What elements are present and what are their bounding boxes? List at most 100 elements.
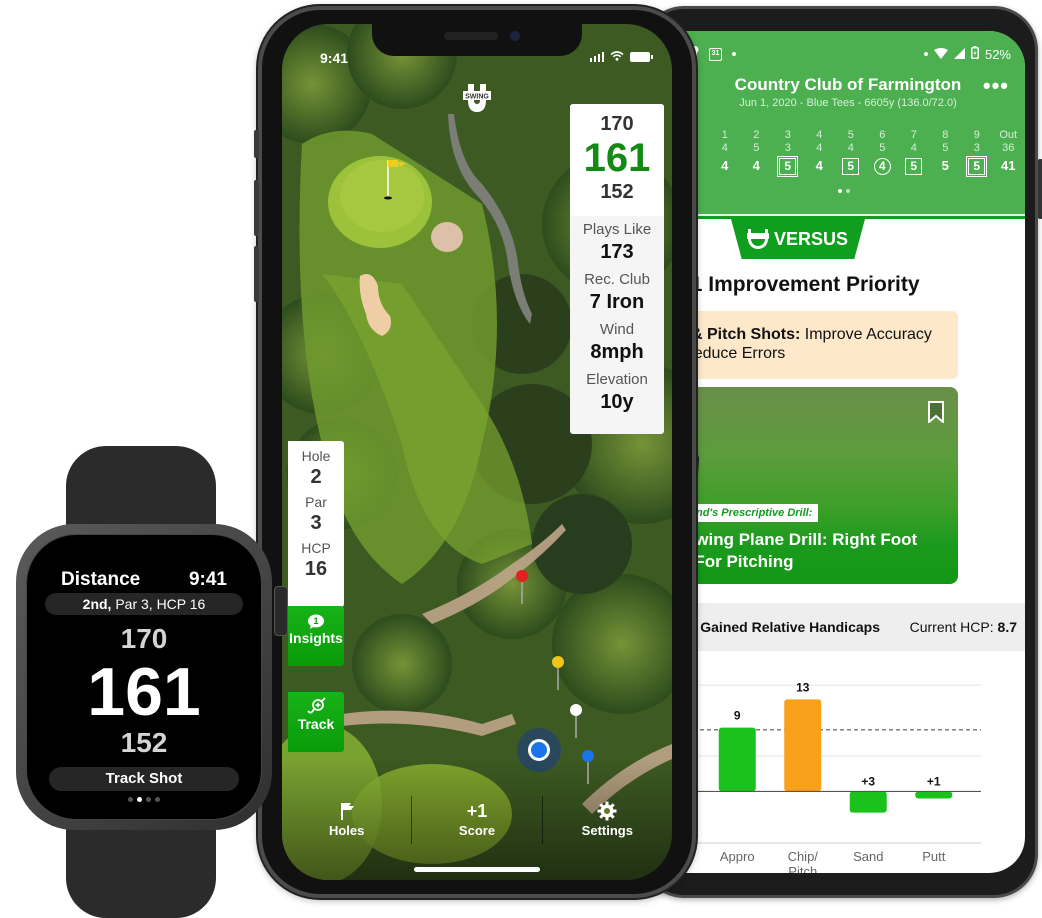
hole-number: 2 [753, 129, 760, 141]
round-subtitle: Jun 1, 2020 - Blue Tees - 6605y (136.0/7… [739, 97, 957, 109]
volume-up-button [254, 180, 259, 236]
watch-center-distance: 161 [87, 654, 201, 730]
bookmark-icon[interactable] [928, 401, 944, 423]
page-dot [838, 189, 842, 193]
hole-number: Out [999, 129, 1018, 141]
track-label: Track [297, 716, 335, 732]
watch-title: Distance [61, 569, 141, 590]
more-options-button[interactable]: ••• [983, 75, 1009, 97]
header-divider [651, 214, 1025, 219]
iphone-screen: 9:41 SWING 170 161 152 Plays Like 173 Re… [282, 24, 672, 880]
stat-label: Elevation [586, 371, 648, 388]
hcp-value: 16 [304, 558, 328, 580]
battery-icon [970, 46, 979, 62]
nav-holes-label: Holes [328, 823, 365, 838]
nav-holes[interactable]: Holes [282, 790, 411, 850]
bar [915, 791, 953, 799]
bar [718, 727, 756, 792]
digital-crown[interactable] [274, 586, 288, 636]
center-distance: 161 [583, 136, 651, 180]
hole-score[interactable]: 4 [709, 155, 741, 177]
hole-score[interactable]: 4 [804, 155, 836, 177]
course-title: Country Club of Farmington [734, 75, 962, 94]
hole-par: 4 [910, 142, 917, 154]
hole-number: 1 [721, 129, 728, 141]
hcp-label: HCP [301, 540, 331, 556]
stat-value: 10y [600, 391, 634, 413]
hole-number: 3 [784, 129, 791, 141]
hole-score[interactable]: 5 [930, 155, 962, 177]
scorecard-header: 31 52% Country Club of Farmington Jun 1,… [651, 31, 1025, 214]
calendar-icon: 31 [709, 47, 722, 61]
versus-badge: VERSUS [731, 219, 865, 259]
drill-card[interactable]: This Round's Prescriptive Drill: The Swi… [651, 387, 958, 584]
scorecard-page-indicator [651, 189, 1025, 193]
battery-percent: 52% [984, 46, 1011, 62]
hole-score[interactable]: 5 [835, 155, 867, 177]
priority-callout: Chip & Pitch Shots: Improve Accuracy and… [651, 311, 958, 379]
notch [372, 24, 582, 56]
page-dot [128, 797, 133, 802]
hole-info-panel: Hole 2 Par 3 HCP 16 [288, 441, 344, 607]
handicaps-bar-chart: 6Drive9Appro13Chip/Pitch+3Sand+1Putt [651, 680, 981, 873]
android-phone: 31 52% Country Club of Farmington Jun 1,… [640, 6, 1042, 898]
hole-number: 8 [942, 129, 949, 141]
ios-status-icons [589, 50, 653, 64]
score-to-par: +1 [466, 800, 488, 821]
power-button [1038, 159, 1042, 219]
bottom-nav: Holes +1 Score Settings [282, 790, 672, 850]
swing-u-logo: SWING [463, 84, 491, 112]
hole-number: 6 [879, 129, 886, 141]
hole-score[interactable]: 41 [993, 155, 1025, 177]
handicaps-header: Strokes Gained Relative Handicaps Curren… [651, 603, 1025, 651]
category-label: Appro [720, 849, 755, 864]
bar-value-label: 9 [734, 709, 741, 723]
hole-par: 4 [816, 142, 823, 154]
insights-label: Insights [289, 630, 343, 646]
hole-par: 5 [879, 142, 886, 154]
hole-score[interactable]: 5 [772, 155, 804, 177]
watch-time: 9:41 [188, 569, 227, 590]
hole-par: 5 [753, 142, 760, 154]
hole-score[interactable]: 5 [961, 155, 993, 177]
hole-score[interactable]: 5 [898, 155, 930, 177]
hole-number: 7 [910, 129, 917, 141]
hole-par: 3 [784, 142, 791, 154]
par-label: Par [305, 494, 327, 510]
stat-value: 173 [600, 241, 634, 263]
home-indicator[interactable] [414, 867, 540, 872]
signal-bars-icon [589, 52, 604, 62]
watch-page-indicator [27, 797, 261, 802]
status-time: 9:41 [320, 50, 349, 66]
battery-icon [630, 52, 653, 62]
nav-settings[interactable]: Settings [543, 790, 672, 850]
current-hcp-value: 8.7 [997, 619, 1017, 635]
watch-case: Distance 9:41 2nd, Par 3, HCP 16 170 161… [16, 524, 272, 830]
track-button[interactable]: Track [288, 692, 344, 752]
track-shot-icon [288, 692, 344, 716]
front-distance: 152 [600, 181, 634, 203]
hole-score[interactable]: 4 [741, 155, 773, 177]
hole-score[interactable]: 4 [867, 155, 899, 177]
stat-value: 7 Iron [589, 291, 645, 313]
bar-value-label: +3 [861, 774, 875, 788]
hole-par: 36 [1002, 142, 1015, 154]
watch-track-shot-button[interactable]: Track Shot [49, 767, 239, 791]
scorecard-grid[interactable]: 1 2 3 4 5 6 7 8 9 Out 4 5 3 4 4 5 4 5 3 36 4 4 5 4 5 4 5 5 5 41 [709, 129, 1024, 177]
category-label: Sand [853, 849, 883, 864]
wifi-icon [610, 50, 624, 64]
category-label: Chip/ [788, 849, 819, 864]
bar [849, 791, 887, 813]
front-camera [510, 31, 520, 41]
insights-button[interactable]: 1 Insights [288, 606, 344, 666]
page-dot [146, 797, 151, 802]
android-status-bar: 31 52% [691, 45, 1011, 63]
category-label: Putt [922, 849, 946, 864]
page-dot [137, 797, 142, 802]
stat-value: 8mph [590, 341, 644, 363]
nav-score[interactable]: +1 Score [412, 790, 541, 850]
stat-label: Rec. Club [584, 271, 650, 288]
stat-label: Wind [599, 321, 635, 338]
hole-label: Hole [301, 448, 331, 464]
watch-back-distance: 170 [120, 623, 168, 654]
